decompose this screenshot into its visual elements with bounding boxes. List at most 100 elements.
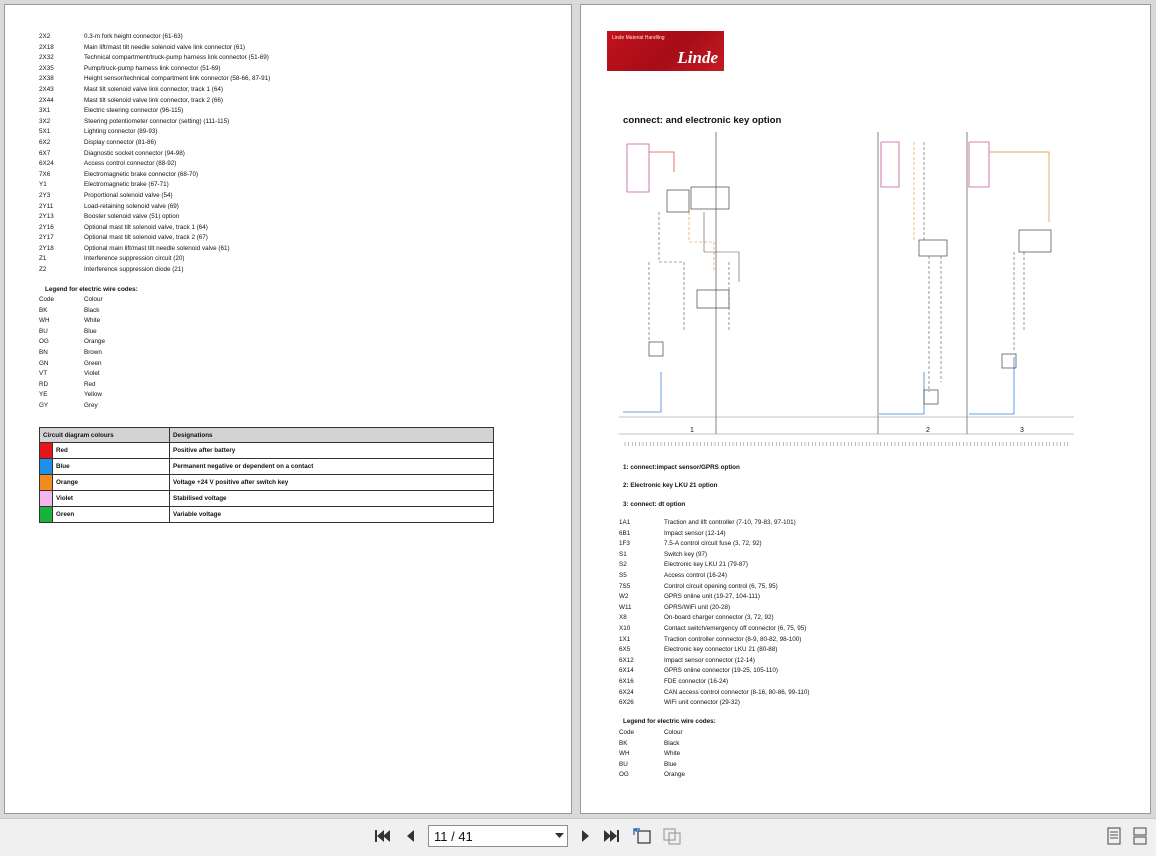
list-item: 5X1 Lighting connector (89-93) xyxy=(39,127,270,138)
item-description: GPRS online unit (19-27, 104-111) xyxy=(664,593,761,601)
item-code: W2 xyxy=(619,593,629,601)
list-item: 2X32 Technical compartment/truck-pump har… xyxy=(39,53,270,64)
document-page-right: Linde Material Handling Linde connect: a… xyxy=(580,4,1151,814)
logo-tagline: Linde Material Handling xyxy=(612,35,665,41)
item-description: Technical compartment/truck-pump harness… xyxy=(84,54,269,62)
item-description: Steering potentiometer connector (settin… xyxy=(84,117,230,125)
list-item: 7X6 Electromagnetic brake connector (68-7… xyxy=(39,170,270,181)
item-code: GY xyxy=(39,401,49,409)
item-description: Height sensor/technical compartment link… xyxy=(84,75,271,83)
list-item: S2 Electronic key LKU 21 (79-87) xyxy=(619,560,809,571)
list-item: 2X43 Mast tilt solenoid valve link connec… xyxy=(39,85,270,96)
item-code: 6X14 xyxy=(619,667,634,675)
item-description: 0.3-m fork height connector (61-63) xyxy=(84,33,183,40)
list-item: 6B1 Impact sensor (12-14) xyxy=(619,529,809,540)
colour-swatch xyxy=(39,490,53,507)
table-header-colours: Circuit diagram colours xyxy=(39,427,170,443)
option-3: 3: connect: dt option xyxy=(623,501,686,508)
linde-logo: Linde Material Handling Linde xyxy=(607,31,724,71)
item-description: Electronic key connector LKU 21 (80-88) xyxy=(664,646,778,654)
list-item: Code Colour xyxy=(39,295,105,306)
page-select[interactable]: 11 / 41 xyxy=(428,825,568,847)
list-item: WH White xyxy=(39,316,105,327)
colour-name: Orange xyxy=(52,474,170,491)
colour-designation: Voltage +24 V positive after switch key xyxy=(169,474,494,491)
continuous-view-icon xyxy=(1133,827,1147,845)
item-code: Z1 xyxy=(39,255,47,263)
item-code: 2Y3 xyxy=(39,191,51,199)
list-item: 6X24 Access control connector (88-92) xyxy=(39,159,270,170)
list-item: 6X5 Electronic key connector LKU 21 (80-8… xyxy=(619,645,809,656)
item-code: S2 xyxy=(619,561,627,569)
item-description: Traction controller connector (8-9, 80-8… xyxy=(664,635,802,643)
colour-designation: Positive after battery xyxy=(169,442,494,459)
item-description: Violet xyxy=(84,370,100,378)
list-item: 2Y13 Booster solenoid valve (51) option xyxy=(39,212,270,223)
wire-code-list: Code Colour BK Black WH White BU Blue OG Orange BN… xyxy=(39,295,105,412)
list-item: Z1 Interference suppression circuit (20) xyxy=(39,254,270,265)
list-item: 6X7 Diagnostic socket connector (94-98) xyxy=(39,149,270,160)
item-description: Proportional solenoid valve (54) xyxy=(84,191,173,199)
item-code: 1A1 xyxy=(619,519,631,526)
last-page-icon xyxy=(604,830,619,842)
last-page-button[interactable] xyxy=(602,826,622,846)
item-description: Display connector (81-86) xyxy=(84,138,157,146)
list-item: OG Orange xyxy=(619,770,685,781)
item-description: CAN access control connector (8-16, 80-8… xyxy=(664,688,810,696)
item-description: Electric steering connector (96-115) xyxy=(84,107,184,115)
list-item: W11 GPRS/WiFi unit (20-28) xyxy=(619,603,809,614)
list-item: BK Black xyxy=(619,739,685,750)
item-description: Interference suppression circuit (20) xyxy=(84,255,185,263)
item-description: Black xyxy=(664,739,680,747)
table-row: Red Positive after battery xyxy=(39,442,494,459)
list-item: 1F3 7.5-A control circuit fuse (3, 72, 92… xyxy=(619,539,809,550)
next-page-button[interactable] xyxy=(576,826,596,846)
legend-title-right: Legend for electric wire codes: xyxy=(623,718,716,725)
item-code: 2X43 xyxy=(39,85,54,93)
item-code: 2X44 xyxy=(39,96,54,104)
item-code: 7S5 xyxy=(619,582,631,590)
item-code: 2X38 xyxy=(39,75,54,83)
item-description: Colour xyxy=(664,729,683,736)
option-1: 1: connect:impact sensor/GPRS option xyxy=(623,464,740,471)
list-item: 1X1 Traction controller connector (8-9, 8… xyxy=(619,635,809,646)
continuous-view-button[interactable] xyxy=(1130,826,1150,846)
item-description: Grey xyxy=(84,401,98,409)
diagram-label-1: 1 xyxy=(690,427,694,434)
item-description: Access control (16-24) xyxy=(664,571,727,579)
item-code: S1 xyxy=(619,550,627,558)
prev-page-icon xyxy=(407,830,414,842)
list-item: 1A1 Traction and lift controller (7-10, 7… xyxy=(619,518,809,529)
fit-page-button[interactable] xyxy=(662,826,682,846)
list-item: X8 On-board charger connector (3, 72, 92) xyxy=(619,613,809,624)
item-code: 7X6 xyxy=(39,170,51,178)
table-row: Green Variable voltage xyxy=(39,506,494,523)
component-list: 1A1 Traction and lift controller (7-10, 7… xyxy=(619,518,809,709)
wiring-diagram: 1 2 3 xyxy=(619,132,1074,446)
item-description: Booster solenoid valve (51) option xyxy=(84,213,180,221)
item-code: 2X32 xyxy=(39,54,54,62)
item-code: 6X5 xyxy=(619,646,631,654)
item-code: OG xyxy=(619,771,629,779)
item-code: 5X1 xyxy=(39,128,51,136)
previous-page-button[interactable] xyxy=(400,826,420,846)
first-page-button[interactable] xyxy=(372,826,392,846)
table-row: Orange Voltage +24 V positive after switc… xyxy=(39,474,494,491)
single-page-view-button[interactable] xyxy=(1104,826,1124,846)
colour-swatch xyxy=(39,442,53,459)
list-item: OG Orange xyxy=(39,337,105,348)
item-description: Yellow xyxy=(84,391,102,399)
list-item: 2X18 Main lift/mast tilt needle solenoid … xyxy=(39,43,270,54)
item-code: WH xyxy=(39,317,50,325)
colour-name: Green xyxy=(52,506,170,523)
item-description: GPRS online connector (19-25, 105-110) xyxy=(664,667,778,675)
logo-wordmark: Linde xyxy=(677,48,718,67)
list-item: 3X1 Electric steering connector (96-115) xyxy=(39,106,270,117)
item-description: Orange xyxy=(84,338,106,346)
item-description: Orange xyxy=(664,771,686,779)
rotate-view-button[interactable] xyxy=(632,826,652,846)
item-code: X10 xyxy=(619,624,631,632)
list-item: 6X2 Display connector (81-86) xyxy=(39,138,270,149)
item-code: Code xyxy=(39,296,55,303)
item-code: 2Y18 xyxy=(39,244,54,252)
